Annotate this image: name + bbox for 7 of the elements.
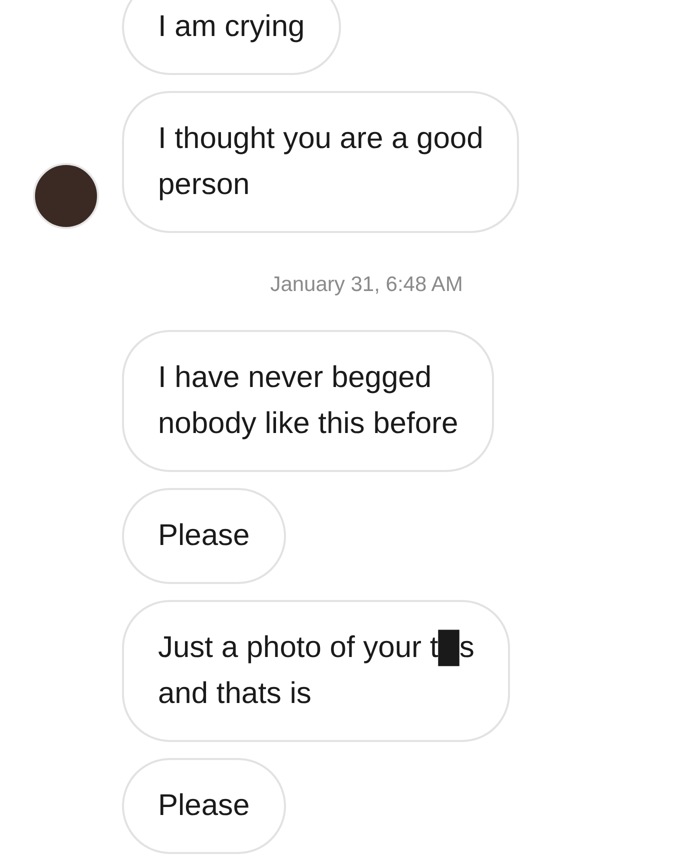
message-bubble: I thought you are a good person [122, 91, 520, 233]
message-bubble: I am crying [122, 0, 341, 75]
timestamp: January 31, 6:48 AM [270, 273, 463, 297]
message-bubble: Just a photo of your t█s and thats is [122, 600, 510, 742]
message-bubble: Please [122, 488, 286, 584]
message-bubble: Please [122, 758, 286, 854]
message-bubble: I have never begged nobody like this before [122, 330, 494, 472]
